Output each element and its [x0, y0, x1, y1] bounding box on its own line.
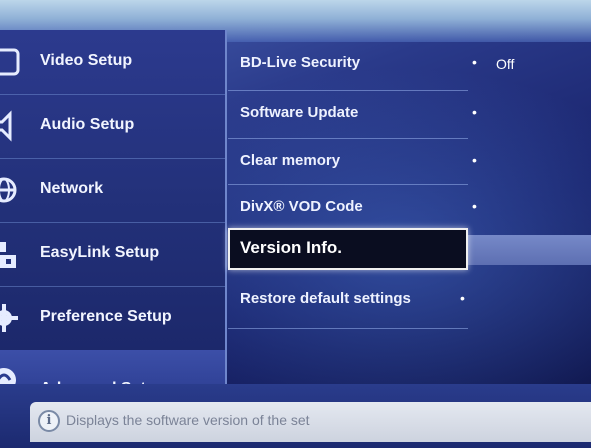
menu-item-label: Clear memory: [240, 152, 341, 169]
sidebar-item-label: Audio Setup: [40, 116, 135, 133]
sidebar-item-easylink-setup[interactable]: EasyLink Setup: [0, 222, 225, 287]
sidebar-item-label: Video Setup: [40, 52, 133, 69]
bullet-icon: •: [472, 104, 477, 120]
bullet-icon: •: [472, 198, 477, 214]
advanced-menu-panel: BD-Live Security • Off Software Update •…: [228, 30, 591, 402]
globe-icon: [0, 174, 22, 206]
menu-item-value: Off: [496, 56, 515, 72]
menu-item-label: BD-Live Security: [240, 54, 361, 71]
setup-sidebar: Video Setup Audio Setup Network EasyLink…: [0, 30, 227, 406]
menu-item-version-info[interactable]: Version Info.: [228, 228, 468, 270]
sidebar-item-audio-setup[interactable]: Audio Setup: [0, 94, 225, 159]
info-text: Displays the software version of the set: [66, 412, 310, 428]
divider: [228, 328, 468, 329]
info-icon: i: [38, 410, 60, 432]
sidebar-item-network[interactable]: Network: [0, 158, 225, 223]
menu-item-label: Restore default settings: [240, 290, 411, 307]
speaker-icon: [0, 110, 22, 142]
info-bar: i Displays the software version of the s…: [30, 402, 591, 442]
display-icon: [0, 46, 22, 78]
link-icon: [0, 238, 22, 270]
menu-item-label: Software Update: [240, 104, 359, 121]
sidebar-item-label: EasyLink Setup: [40, 244, 160, 261]
menu-item-label: Version Info.: [240, 238, 343, 257]
bullet-icon: •: [472, 54, 477, 70]
menu-item-divx-vod-code[interactable]: DivX® VOD Code •: [228, 184, 477, 232]
gear-icon: [0, 302, 22, 334]
menu-item-software-update[interactable]: Software Update •: [228, 90, 477, 138]
sidebar-item-video-setup[interactable]: Video Setup: [0, 30, 225, 95]
sidebar-item-preference-setup[interactable]: Preference Setup: [0, 286, 225, 351]
tv-screen: Video Setup Audio Setup Network EasyLink…: [0, 0, 591, 448]
sidebar-item-label: Preference Setup: [40, 308, 172, 325]
menu-item-restore-default-settings[interactable]: Restore default settings •: [228, 276, 468, 324]
footer: i Displays the software version of the s…: [0, 384, 591, 448]
menu-item-bd-live-security[interactable]: BD-Live Security • Off: [228, 40, 514, 88]
menu-item-clear-memory[interactable]: Clear memory •: [228, 138, 477, 186]
bullet-icon: •: [472, 152, 477, 168]
selection-highlight-extension: [468, 235, 591, 265]
sidebar-item-label: Network: [40, 180, 104, 197]
bullet-icon: •: [460, 290, 465, 306]
menu-item-label: DivX® VOD Code: [240, 198, 363, 215]
